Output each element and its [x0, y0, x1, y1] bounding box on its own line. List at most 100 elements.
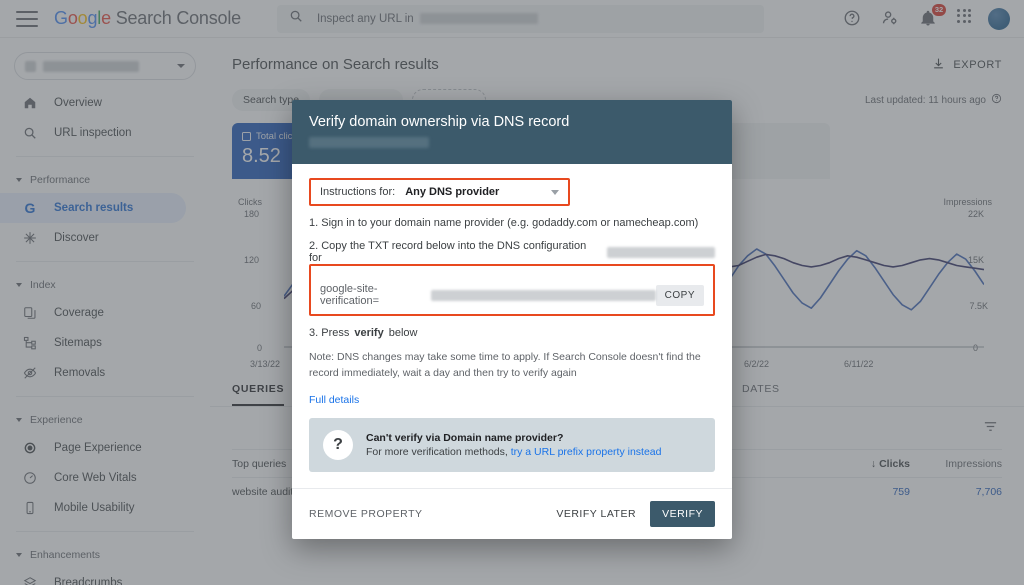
remove-property-button[interactable]: REMOVE PROPERTY: [309, 508, 423, 520]
sidebar-label: URL inspection: [54, 127, 132, 139]
help-box-text: Can't verify via Domain name provider? F…: [366, 432, 661, 458]
cannot-verify-help-box: ? Can't verify via Domain name provider?…: [309, 417, 715, 472]
sidebar-group-label: Enhancements: [30, 549, 101, 561]
sidebar-item-overview[interactable]: Overview: [0, 88, 186, 118]
chart-ylabel-left: Clicks: [238, 197, 262, 207]
chart-xtick-4: 6/11/22: [844, 359, 874, 369]
tab-queries[interactable]: QUERIES: [232, 383, 285, 406]
chevron-down-icon: [16, 553, 22, 557]
copy-button[interactable]: COPY: [655, 284, 704, 306]
sidebar-item-mobile-usability[interactable]: Mobile Usability: [0, 493, 186, 523]
hamburger-icon[interactable]: [16, 10, 38, 27]
search-icon: [289, 9, 303, 28]
help-circle-icon[interactable]: [991, 93, 1002, 107]
redacted-domain: [607, 246, 715, 258]
checkbox-icon[interactable]: [242, 132, 251, 141]
sidebar-label: Discover: [54, 232, 99, 244]
brand-logo: Google Search Console: [54, 8, 241, 28]
filter-icon[interactable]: [983, 419, 998, 439]
instructions-for-row[interactable]: Instructions for: Any DNS provider: [311, 180, 568, 204]
account-settings-icon[interactable]: [881, 9, 901, 29]
help-circle-icon[interactable]: [843, 9, 863, 29]
bell-icon[interactable]: 32: [919, 3, 946, 29]
verify-later-button[interactable]: VERIFY LATER: [556, 508, 636, 520]
column-header-clicks[interactable]: ↓ Clicks: [818, 458, 910, 470]
eye-off-icon: [22, 365, 38, 381]
sitemap-icon: [22, 335, 38, 351]
sidebar-item-url-inspection[interactable]: URL inspection: [0, 118, 186, 148]
url-prefix-property-link[interactable]: try a URL prefix property instead: [511, 446, 662, 458]
sidebar-label: Search results: [54, 202, 134, 214]
chart-ytick-left-0: 180: [244, 209, 260, 219]
sidebar-item-search-results[interactable]: G Search results: [0, 193, 186, 223]
sidebar-group-index[interactable]: Index: [0, 272, 210, 298]
divider: [16, 156, 194, 157]
circle-dot-icon: [22, 440, 38, 456]
step-3-prefix: 3. Press: [309, 327, 350, 339]
search-input[interactable]: Inspect any URL in: [317, 13, 538, 25]
chevron-down-icon: [177, 64, 185, 68]
chart-ytick-left-3: 0: [257, 343, 263, 353]
property-selector[interactable]: [14, 52, 196, 80]
filter-chip-label: Search type: [243, 94, 300, 106]
txt-record-prefix: google-site-verification=: [320, 283, 380, 307]
divider: [16, 261, 194, 262]
verify-button[interactable]: VERIFY: [650, 500, 715, 527]
full-details-link[interactable]: Full details: [309, 394, 359, 406]
sidebar-label: Core Web Vitals: [54, 472, 137, 484]
export-button[interactable]: EXPORT: [932, 57, 1002, 73]
sidebar-item-breadcrumbs[interactable]: Breadcrumbs: [0, 568, 186, 585]
sidebar-group-label: Experience: [30, 414, 83, 426]
apps-grid-icon[interactable]: [957, 8, 971, 29]
tab-dates[interactable]: DATES: [742, 383, 780, 406]
step-3: 3. Press verify below: [309, 327, 715, 339]
sidebar-label: Mobile Usability: [54, 502, 135, 514]
txt-record-row[interactable]: google-site-verification= COPY: [311, 276, 713, 314]
chevron-down-icon: [16, 283, 22, 287]
txt-record-value[interactable]: google-site-verification=: [320, 283, 656, 307]
property-name-redacted: [43, 60, 139, 72]
sidebar-item-core-web-vitals[interactable]: Core Web Vitals: [0, 463, 186, 493]
sidebar-nav: Overview URL inspection Performance G Se…: [0, 88, 210, 585]
sidebar-item-discover[interactable]: Discover: [0, 223, 186, 253]
url-inspection-search[interactable]: Inspect any URL in: [276, 4, 764, 33]
brand-product-name: Search Console: [115, 8, 241, 28]
last-updated: Last updated: 11 hours ago: [865, 93, 1002, 107]
sidebar-group-label: Index: [30, 279, 56, 291]
layers-icon: [22, 575, 38, 585]
question-mark-icon: ?: [323, 429, 353, 460]
divider: [16, 396, 194, 397]
help-box-title: Can't verify via Domain name provider?: [366, 431, 564, 444]
sidebar-label: Overview: [54, 97, 102, 109]
redacted-token: [431, 289, 656, 301]
sidebar-item-page-experience[interactable]: Page Experience: [0, 433, 186, 463]
column-header-clicks-label: Clicks: [879, 457, 910, 470]
modal-body: Instructions for: Any DNS provider 1. Si…: [292, 164, 732, 478]
search-placeholder: Inspect any URL in: [316, 12, 414, 25]
sidebar-group-performance[interactable]: Performance: [0, 167, 210, 193]
column-header-impressions[interactable]: Impressions: [910, 458, 1002, 470]
mobile-icon: [22, 500, 38, 516]
sidebar-group-enhancements[interactable]: Enhancements: [0, 542, 210, 568]
page-header: Performance on Search results EXPORT: [210, 38, 1024, 79]
sidebar-item-sitemaps[interactable]: Sitemaps: [0, 328, 186, 358]
table-cell-clicks: 759: [892, 485, 910, 498]
sidebar-item-coverage[interactable]: Coverage: [0, 298, 186, 328]
gauge-icon: [22, 470, 38, 486]
user-avatar[interactable]: [988, 7, 1010, 30]
redacted-domain: [419, 13, 538, 24]
sidebar-item-removals[interactable]: Removals: [0, 358, 186, 388]
dns-provider-select-value[interactable]: Any DNS provider: [405, 186, 499, 198]
step-2-text: 2. Copy the TXT record below into the DN…: [309, 240, 587, 264]
sidebar: Overview URL inspection Performance G Se…: [0, 38, 210, 585]
sidebar-group-experience[interactable]: Experience: [0, 407, 210, 433]
step-1: 1. Sign in to your domain name provider …: [309, 217, 699, 229]
chevron-down-icon: [16, 178, 22, 182]
step-3-suffix: below: [388, 327, 418, 339]
modal-primary-actions: VERIFY LATER VERIFY: [556, 500, 715, 527]
instructions-for-label: Instructions for:: [320, 186, 396, 198]
app-root: Google Search Console Inspect any URL in: [0, 0, 1024, 585]
google-g-icon: G: [24, 200, 36, 216]
table-cell-impressions: 7,706: [975, 485, 1002, 498]
divider: [16, 531, 194, 532]
